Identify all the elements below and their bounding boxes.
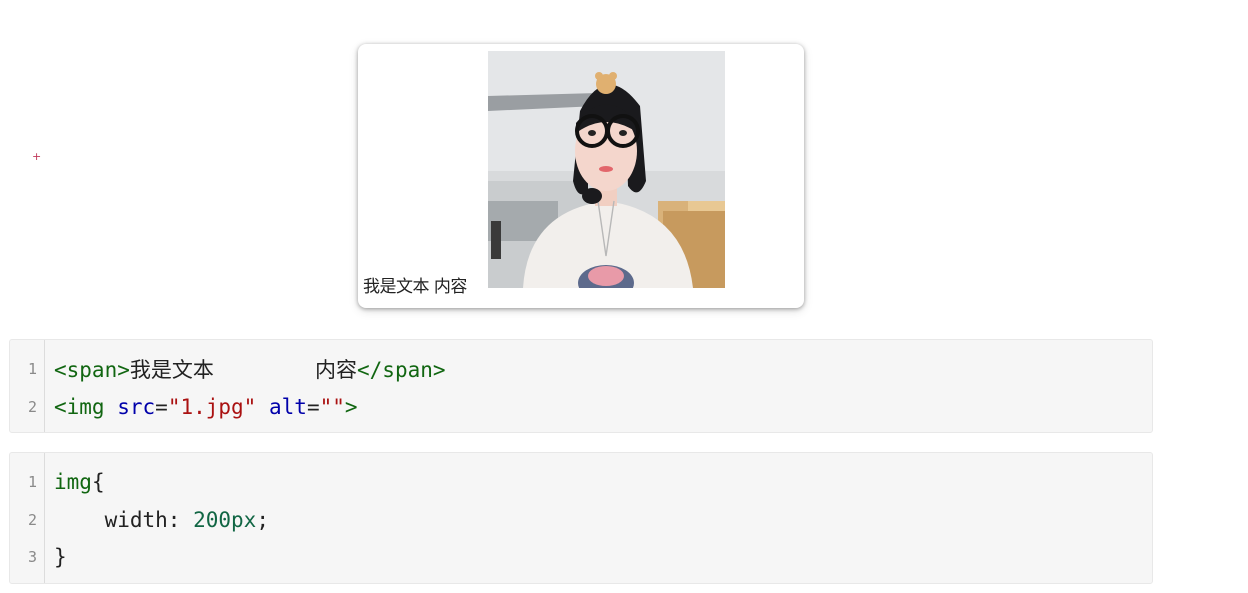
close-brace: } bbox=[54, 545, 67, 570]
code-text: <span>我是文本 内容</span> bbox=[54, 354, 446, 384]
css-selector: img bbox=[54, 469, 92, 494]
preview-image bbox=[488, 51, 725, 288]
code-text: <img src="1.jpg" alt=""> bbox=[54, 395, 358, 419]
semicolon: ; bbox=[256, 507, 269, 532]
line-number: 1 bbox=[27, 472, 37, 491]
src-attribute: src bbox=[117, 394, 156, 419]
render-preview-card: 我是文本 内容 bbox=[358, 44, 804, 308]
code-text: img{ bbox=[54, 470, 105, 494]
line-number: 1 bbox=[27, 359, 37, 378]
span-text-part-b: 内容 bbox=[315, 357, 358, 382]
line-number: 2 bbox=[27, 397, 37, 416]
equals-sign: = bbox=[155, 394, 168, 419]
code-line: 1 img{ bbox=[10, 463, 1152, 501]
span-text-part-a: 我是文本 bbox=[129, 357, 214, 382]
photo-illustration bbox=[488, 51, 725, 288]
alt-value: "" bbox=[319, 394, 345, 419]
code-line: 1 <span>我是文本 内容</span> bbox=[10, 350, 1152, 388]
alt-attribute: alt bbox=[269, 394, 307, 419]
css-property: width: bbox=[104, 507, 194, 532]
css-code-block: 1 img{ 2 width: 200px; 3 } bbox=[9, 452, 1153, 584]
line-number: 3 bbox=[27, 548, 37, 567]
code-line: 2 <img src="1.jpg" alt=""> bbox=[10, 388, 1152, 426]
open-brace: { bbox=[91, 469, 105, 494]
css-value: 200px bbox=[193, 507, 257, 532]
preview-span-text: 我是文本 内容 bbox=[363, 277, 467, 297]
equals-sign: = bbox=[306, 394, 320, 419]
cursor-marker-icon: + bbox=[32, 150, 42, 163]
html-code-block: 1 <span>我是文本 内容</span> 2 <img src="1.jpg… bbox=[9, 339, 1153, 433]
whitespace-gap bbox=[214, 358, 315, 382]
img-tag-close: > bbox=[344, 394, 358, 419]
code-line: 3 } bbox=[10, 538, 1152, 576]
code-text: width: 200px; bbox=[54, 508, 269, 532]
html-close-tag: </span> bbox=[357, 357, 446, 382]
code-line: 2 width: 200px; bbox=[10, 501, 1152, 539]
src-value: "1.jpg" bbox=[167, 394, 257, 419]
line-number: 2 bbox=[27, 510, 37, 529]
html-open-tag: <span> bbox=[54, 357, 130, 382]
code-text: } bbox=[54, 545, 67, 569]
img-tag-open: <img bbox=[54, 394, 105, 419]
